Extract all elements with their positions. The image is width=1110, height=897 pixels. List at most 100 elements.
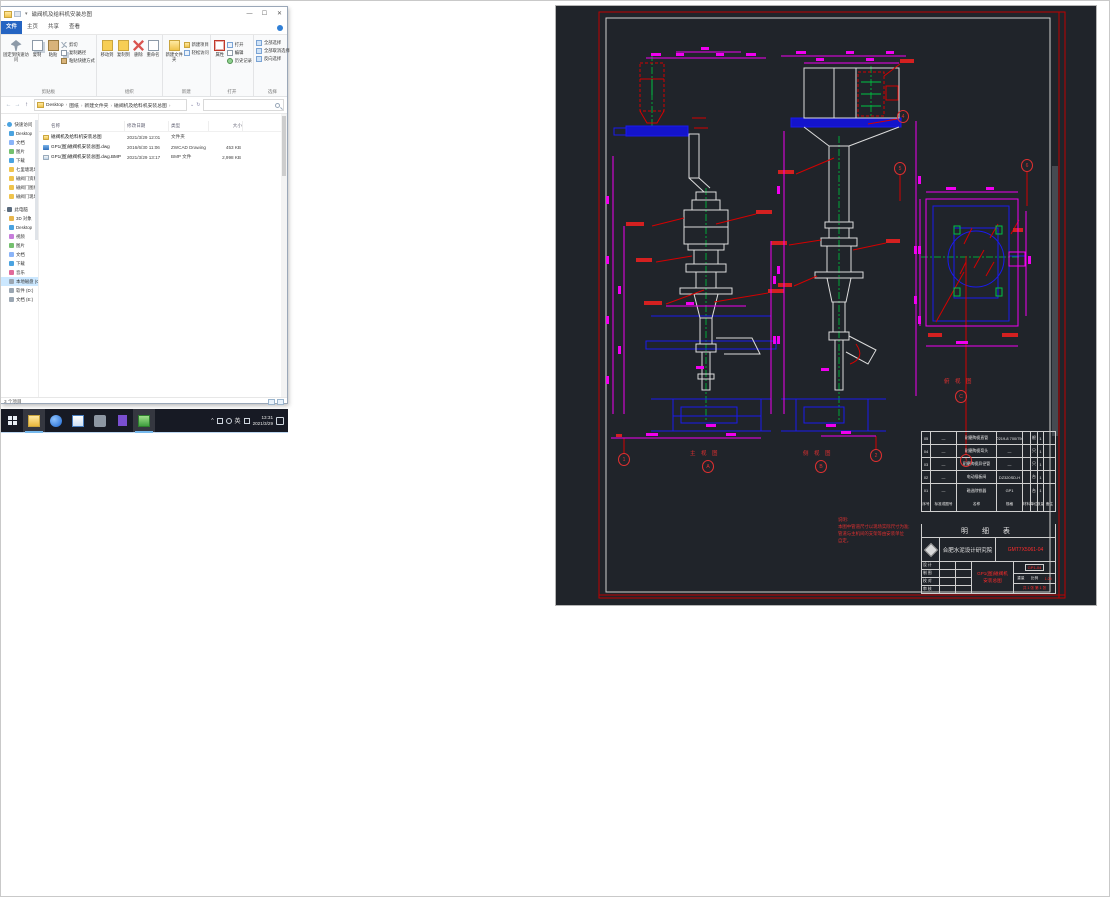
taskbar-browser[interactable] bbox=[45, 409, 67, 433]
delete-button[interactable]: 删除 bbox=[132, 37, 146, 87]
taskbar-file-explorer[interactable] bbox=[23, 408, 45, 433]
sidebar-item[interactable]: 3D 对象 bbox=[1, 214, 38, 223]
sidebar-item[interactable]: 视频 bbox=[1, 232, 38, 241]
taskbar-document-app[interactable] bbox=[67, 409, 89, 433]
move-to-icon bbox=[101, 40, 113, 51]
sidebar-item[interactable]: 文档 bbox=[1, 138, 38, 147]
sidebar-item[interactable]: 磁阀门图纸 bbox=[1, 183, 38, 192]
file-row[interactable]: GP1(图)磁阀机安装总图.dwg.BMP 2021/3/29 13:17 BM… bbox=[39, 152, 287, 162]
copy-to-button[interactable]: 复制到 bbox=[115, 37, 131, 87]
help-icon[interactable] bbox=[277, 25, 283, 31]
action-center-icon[interactable] bbox=[276, 416, 284, 425]
breadcrumb-item[interactable]: 新建文件夹 bbox=[84, 102, 114, 109]
new-folder-button[interactable]: 新建文件夹 bbox=[165, 37, 184, 87]
sidebar-item[interactable]: Desktop bbox=[1, 129, 38, 138]
search-input[interactable] bbox=[203, 99, 284, 111]
sidebar-item[interactable]: 图片 bbox=[1, 241, 38, 250]
file-row[interactable]: GP1(图)磁阀机安装总图.dwg 2016/6/30 11:06 ZWCAD … bbox=[39, 142, 287, 152]
open-button[interactable]: 打开 bbox=[226, 41, 252, 49]
minimize-button[interactable]: — bbox=[242, 7, 257, 21]
sidebar-item[interactable]: 磁阀门资料 bbox=[1, 174, 38, 183]
file-list-scrollbar[interactable] bbox=[281, 114, 287, 397]
back-icon[interactable]: ← bbox=[4, 102, 13, 108]
sidebar-item[interactable]: 磁阀门现场图片 bbox=[1, 192, 38, 201]
taskbar-cad-viewer[interactable] bbox=[133, 408, 155, 433]
sidebar-item[interactable]: Desktop bbox=[1, 223, 38, 232]
ime-indicator[interactable]: 英 bbox=[235, 416, 241, 425]
copy-button[interactable]: 复制 bbox=[29, 37, 45, 87]
delete-icon bbox=[133, 40, 144, 51]
taskbar-phone-app[interactable] bbox=[89, 409, 111, 433]
signature-row: 审 核 bbox=[922, 586, 971, 593]
taskbar-media-app[interactable] bbox=[111, 409, 133, 433]
history-button[interactable]: 历史记录 bbox=[226, 57, 252, 65]
maximize-button[interactable]: ☐ bbox=[257, 7, 272, 21]
tab-home[interactable]: 主页 bbox=[22, 21, 43, 34]
taskbar-clock[interactable]: 13:31 2021/3/29 bbox=[253, 415, 273, 426]
breadcrumb[interactable]: Desktop图纸新建文件夹磁阀机及给料机安装总图 bbox=[34, 99, 187, 111]
rename-button[interactable]: 重命名 bbox=[145, 37, 161, 87]
forward-icon[interactable]: → bbox=[13, 102, 22, 108]
sidebar-item[interactable]: 下载 bbox=[1, 259, 38, 268]
folder-icon bbox=[9, 131, 14, 136]
sidebar-item[interactable]: 本地磁盘 (C:) bbox=[1, 277, 38, 286]
properties-button[interactable]: 属性 bbox=[213, 37, 227, 87]
quick-access-dropdown-icon[interactable]: ▾ bbox=[25, 11, 28, 17]
column-type[interactable]: 类型 bbox=[169, 121, 209, 131]
balloon-callout: 4 bbox=[897, 110, 909, 123]
sidebar-item[interactable]: 七里塘现场文件 bbox=[1, 165, 38, 174]
sidebar-scrollbar[interactable] bbox=[35, 120, 38, 240]
breadcrumb-item[interactable]: 磁阀机及给料机安装总图 bbox=[114, 102, 172, 109]
sidebar-quick-access[interactable]: ⌄ 快速访问 bbox=[1, 120, 38, 129]
sidebar-item[interactable]: 文档 (E:) bbox=[1, 295, 38, 304]
tab-share[interactable]: 共享 bbox=[43, 21, 64, 34]
select-all-button[interactable]: 全部选择 bbox=[255, 39, 290, 47]
title-bar[interactable]: ▾ 磁阀机及给料机安装总图 — ☐ ✕ bbox=[1, 7, 287, 21]
sidebar-item[interactable]: 软件 (D:) bbox=[1, 286, 38, 295]
keyboard-icon[interactable] bbox=[243, 417, 250, 424]
quick-access-toolbar-icon[interactable] bbox=[14, 11, 21, 17]
thumbnail-view-icon[interactable] bbox=[277, 399, 284, 405]
start-button[interactable] bbox=[1, 409, 23, 433]
viewer-scrollbar[interactable] bbox=[1052, 166, 1058, 436]
breadcrumb-item[interactable]: Desktop bbox=[46, 103, 69, 108]
new-item-button[interactable]: 新建项目 bbox=[183, 41, 209, 49]
balloon-callout: 1 bbox=[618, 453, 630, 466]
easy-access-button[interactable]: 轻松访问 bbox=[183, 49, 209, 57]
move-to-button[interactable]: 移动到 bbox=[99, 37, 115, 87]
sidebar-item[interactable]: 音乐 bbox=[1, 268, 38, 277]
quick-access-icon bbox=[7, 122, 13, 127]
sidebar-this-pc[interactable]: ⌄ 此电脑 bbox=[1, 205, 38, 214]
folder-icon bbox=[9, 158, 14, 163]
sidebar-item[interactable]: 下载 bbox=[1, 156, 38, 165]
sidebar-item[interactable]: 图片 bbox=[1, 147, 38, 156]
close-button[interactable]: ✕ bbox=[272, 7, 287, 21]
pin-to-quick-access-button[interactable]: 固定到快速访问 bbox=[3, 37, 29, 87]
tray-expand-icon[interactable]: ^ bbox=[211, 418, 213, 424]
sidebar-item[interactable]: 文档 bbox=[1, 250, 38, 259]
up-icon[interactable]: ↑ bbox=[22, 102, 31, 108]
column-name[interactable]: 名称 bbox=[39, 121, 125, 131]
tab-file[interactable]: 文件 bbox=[1, 21, 23, 34]
window-title: 磁阀机及给料机安装总图 bbox=[31, 12, 93, 18]
invert-selection-button[interactable]: 反向选择 bbox=[255, 55, 290, 63]
bom-row: 04 — 耐磨陶瓷弯头 — 只 1 bbox=[922, 445, 1055, 458]
paste-shortcut-button[interactable]: 粘贴快捷方式 bbox=[61, 57, 95, 65]
details-view-icon[interactable] bbox=[268, 399, 275, 405]
chevron-down-icon: ⌄ bbox=[3, 122, 7, 127]
breadcrumb-item[interactable]: 图纸 bbox=[69, 102, 84, 109]
select-none-button[interactable]: 全部取消选择 bbox=[255, 47, 290, 55]
file-row[interactable]: 磁阀机及给料机安装总图 2021/3/29 12:01 文件夹 bbox=[39, 132, 287, 142]
refresh-icon[interactable]: ↻ bbox=[196, 102, 200, 108]
drive-icon bbox=[9, 216, 14, 221]
address-dropdown-icon[interactable]: ⌄ bbox=[190, 102, 194, 108]
tab-view[interactable]: 查看 bbox=[64, 21, 85, 34]
volume-icon[interactable] bbox=[225, 417, 232, 424]
copy-path-button[interactable]: 复制路径 bbox=[61, 49, 95, 57]
paste-button[interactable]: 粘贴 bbox=[45, 37, 61, 87]
tray-display-icon[interactable] bbox=[216, 417, 223, 424]
cut-button[interactable]: 剪切 bbox=[61, 41, 95, 49]
column-size[interactable]: 大小 bbox=[209, 121, 243, 131]
edit-button[interactable]: 编辑 bbox=[226, 49, 252, 57]
column-date[interactable]: 修改日期 bbox=[125, 121, 169, 131]
